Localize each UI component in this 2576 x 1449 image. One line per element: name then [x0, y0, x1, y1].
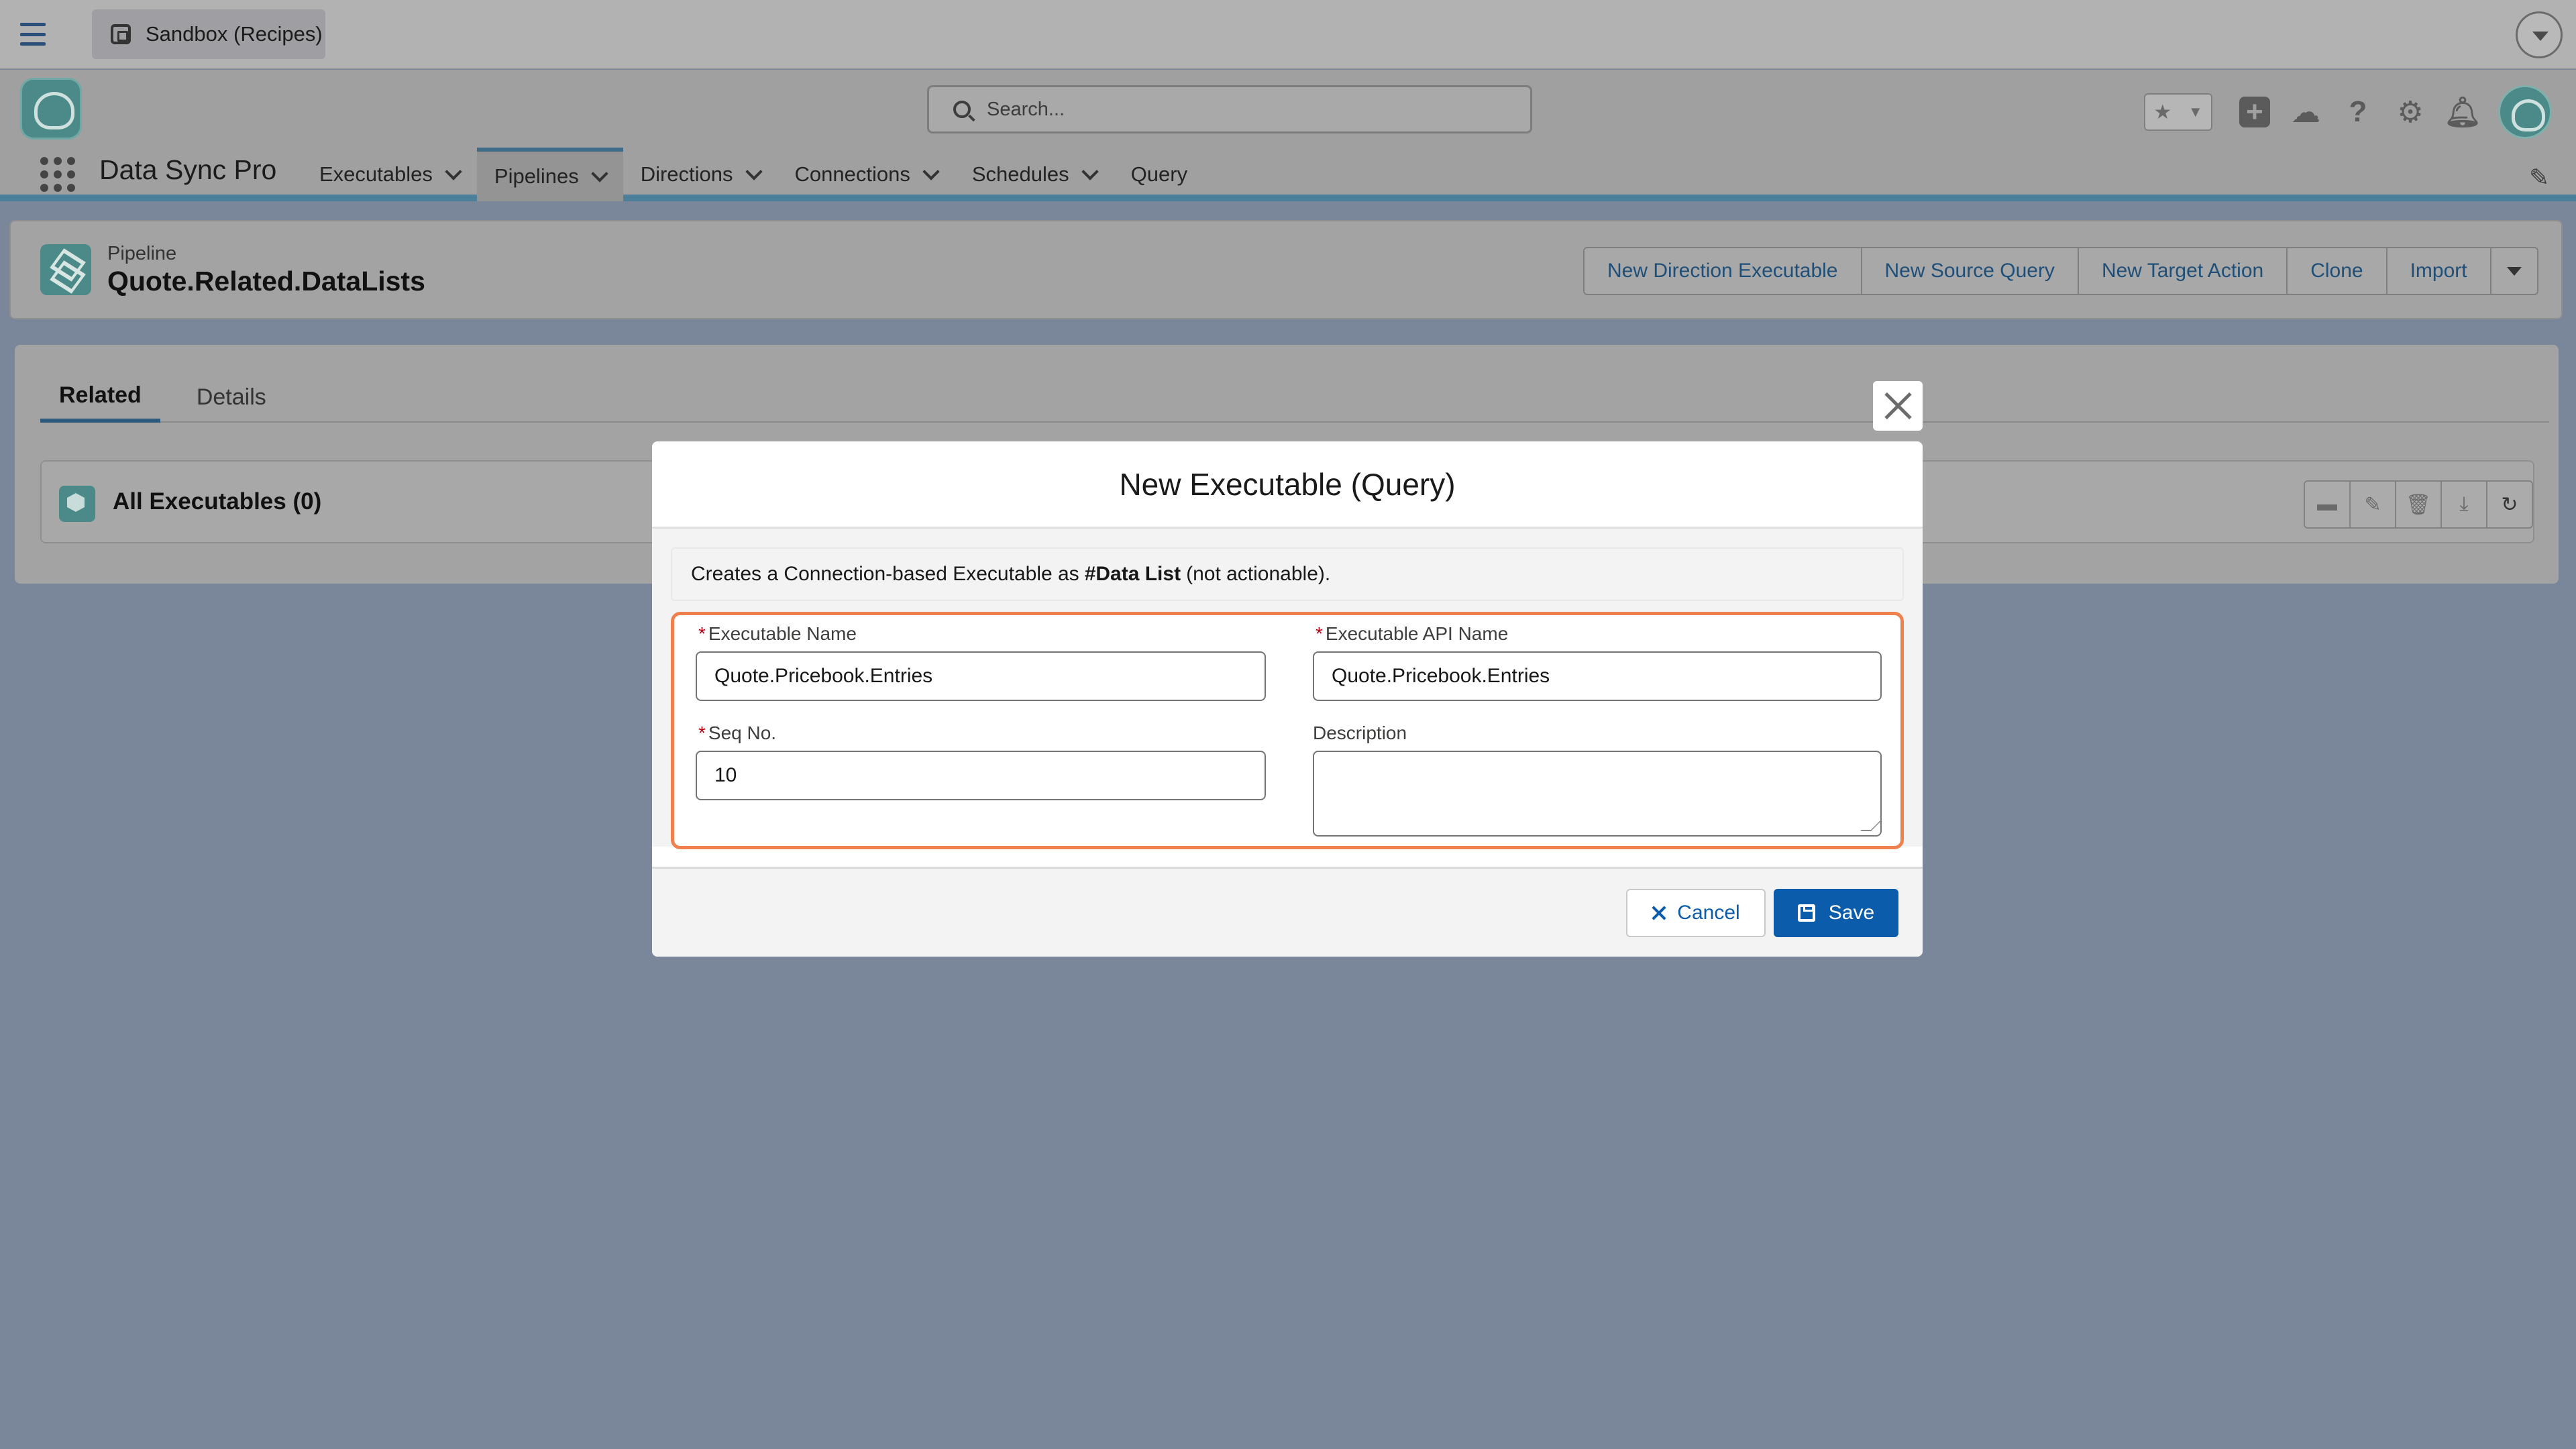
- utility-bar: ★ ▼ + ☁ ? ⚙ 🔔︎: [2144, 85, 2552, 139]
- setup-gear-icon[interactable]: ⚙: [2394, 95, 2427, 129]
- close-modal-button[interactable]: [1873, 381, 1923, 431]
- cancel-button[interactable]: Cancel: [1626, 889, 1766, 937]
- save-button[interactable]: Save: [1774, 889, 1898, 937]
- global-header: Search... ★ ▼ + ☁ ? ⚙ 🔔︎ Data Sync Pro E…: [0, 70, 2576, 201]
- executable-api-name-input[interactable]: Quote.Pricebook.Entries: [1313, 651, 1882, 701]
- trailhead-icon[interactable]: ☁: [2289, 95, 2322, 129]
- info-message: Creates a Connection-based Executable as…: [671, 547, 1904, 601]
- new-record-icon[interactable]: ▬: [2304, 480, 2351, 529]
- executable-name-label: * Executable Name: [698, 623, 857, 644]
- executable-form: * Executable Name Quote.Pricebook.Entries…: [671, 612, 1904, 849]
- app-name: Data Sync Pro: [99, 154, 277, 185]
- required-marker: *: [698, 623, 706, 644]
- sandbox-badge[interactable]: Sandbox (Recipes): [92, 9, 325, 59]
- chevron-down-icon[interactable]: [745, 163, 763, 180]
- related-list-actions: ▬ ✎ 🗑︎ ⤓ ↻: [2304, 480, 2533, 529]
- nav-item-query[interactable]: Query: [1114, 148, 1205, 201]
- required-marker: *: [1316, 623, 1323, 644]
- record-actions: New Direction Executable New Source Quer…: [1583, 247, 2538, 295]
- info-suffix: (not actionable).: [1186, 563, 1331, 585]
- nav-label: Connections: [794, 162, 910, 186]
- tab-details[interactable]: Details: [178, 372, 285, 423]
- modal-title: New Executable (Query): [652, 441, 1923, 529]
- nav-label: Directions: [640, 162, 733, 186]
- nav-label: Schedules: [971, 162, 1069, 186]
- description-label: Description: [1313, 722, 1407, 743]
- save-disk-icon: [1797, 904, 1815, 922]
- nav-label: Executables: [319, 162, 433, 186]
- chevron-down-icon: ▼: [2188, 103, 2203, 120]
- close-icon: [1883, 391, 1913, 421]
- favorites-button[interactable]: ★ ▼: [2144, 93, 2212, 131]
- tab-related[interactable]: Related: [40, 372, 160, 423]
- info-bold: #Data List: [1084, 563, 1181, 585]
- nav-item-pipelines[interactable]: Pipelines: [476, 148, 623, 201]
- import-button[interactable]: Import: [2385, 247, 2491, 295]
- seq-no-label: * Seq No.: [698, 722, 777, 743]
- new-direction-executable-button[interactable]: New Direction Executable: [1583, 247, 1862, 295]
- description-textarea[interactable]: [1313, 751, 1882, 837]
- executable-icon: [59, 486, 95, 522]
- nav-item-connections[interactable]: Connections: [777, 148, 955, 201]
- global-search-input[interactable]: Search...: [927, 85, 1532, 133]
- record-header: Pipeline Quote.Related.DataLists New Dir…: [9, 220, 2563, 319]
- help-icon[interactable]: ?: [2341, 95, 2375, 129]
- required-marker: *: [698, 722, 706, 743]
- new-target-action-button[interactable]: New Target Action: [2077, 247, 2288, 295]
- seq-no-input[interactable]: 10: [696, 751, 1266, 800]
- sandbox-icon: [111, 24, 131, 44]
- chevron-down-icon[interactable]: [445, 163, 462, 180]
- nav-bar: Executables Pipelines Directions Connect…: [302, 148, 1205, 201]
- app-launcher-icon[interactable]: [40, 157, 75, 192]
- bell-icon[interactable]: 🔔︎: [2444, 95, 2481, 129]
- chevron-down-icon[interactable]: [2516, 11, 2563, 58]
- executable-api-name-label: * Executable API Name: [1316, 623, 1509, 644]
- close-icon: [1652, 906, 1666, 920]
- nav-label: Pipelines: [494, 164, 579, 188]
- top-bar: Sandbox (Recipes): [0, 0, 2576, 69]
- save-label: Save: [1828, 902, 1875, 924]
- nav-item-directions[interactable]: Directions: [623, 148, 777, 201]
- search-placeholder: Search...: [987, 98, 1065, 120]
- chevron-down-icon[interactable]: [1081, 163, 1099, 180]
- star-icon: ★: [2153, 101, 2172, 123]
- more-actions-chevron-icon[interactable]: [2489, 247, 2538, 295]
- new-source-query-button[interactable]: New Source Query: [1860, 247, 2079, 295]
- org-logo-icon[interactable]: [20, 78, 82, 140]
- nav-label: Query: [1130, 162, 1188, 186]
- refresh-icon[interactable]: ↻: [2486, 480, 2533, 529]
- related-list-title[interactable]: All Executables (0): [113, 488, 321, 515]
- pipeline-layers-icon: [40, 244, 91, 295]
- add-icon[interactable]: +: [2239, 97, 2270, 127]
- edit-icon[interactable]: ✎: [2349, 480, 2396, 529]
- search-icon: [953, 101, 971, 118]
- record-tabs: Related Details: [40, 372, 2549, 423]
- chevron-down-icon[interactable]: [590, 165, 608, 182]
- edit-nav-pencil-icon[interactable]: ✎: [2529, 164, 2549, 192]
- download-icon[interactable]: ⤓: [2440, 480, 2487, 529]
- record-object-type: Pipeline: [107, 243, 177, 264]
- sandbox-label: Sandbox (Recipes): [146, 22, 323, 46]
- nav-item-executables[interactable]: Executables: [302, 148, 477, 201]
- new-executable-modal: New Executable (Query) Creates a Connect…: [652, 441, 1923, 957]
- record-title: Quote.Related.DataLists: [107, 266, 425, 297]
- chevron-down-icon[interactable]: [922, 163, 940, 180]
- executable-name-input[interactable]: Quote.Pricebook.Entries: [696, 651, 1266, 701]
- modal-content: Creates a Connection-based Executable as…: [652, 529, 1923, 849]
- clone-button[interactable]: Clone: [2286, 247, 2387, 295]
- delete-icon[interactable]: 🗑︎: [2395, 480, 2442, 529]
- user-avatar[interactable]: [2498, 85, 2552, 139]
- menu-icon[interactable]: [20, 23, 46, 46]
- cancel-label: Cancel: [1677, 902, 1740, 924]
- modal-footer: Cancel Save: [652, 867, 1923, 957]
- info-prefix: Creates a Connection-based Executable as: [691, 563, 1079, 585]
- nav-item-schedules[interactable]: Schedules: [955, 148, 1114, 201]
